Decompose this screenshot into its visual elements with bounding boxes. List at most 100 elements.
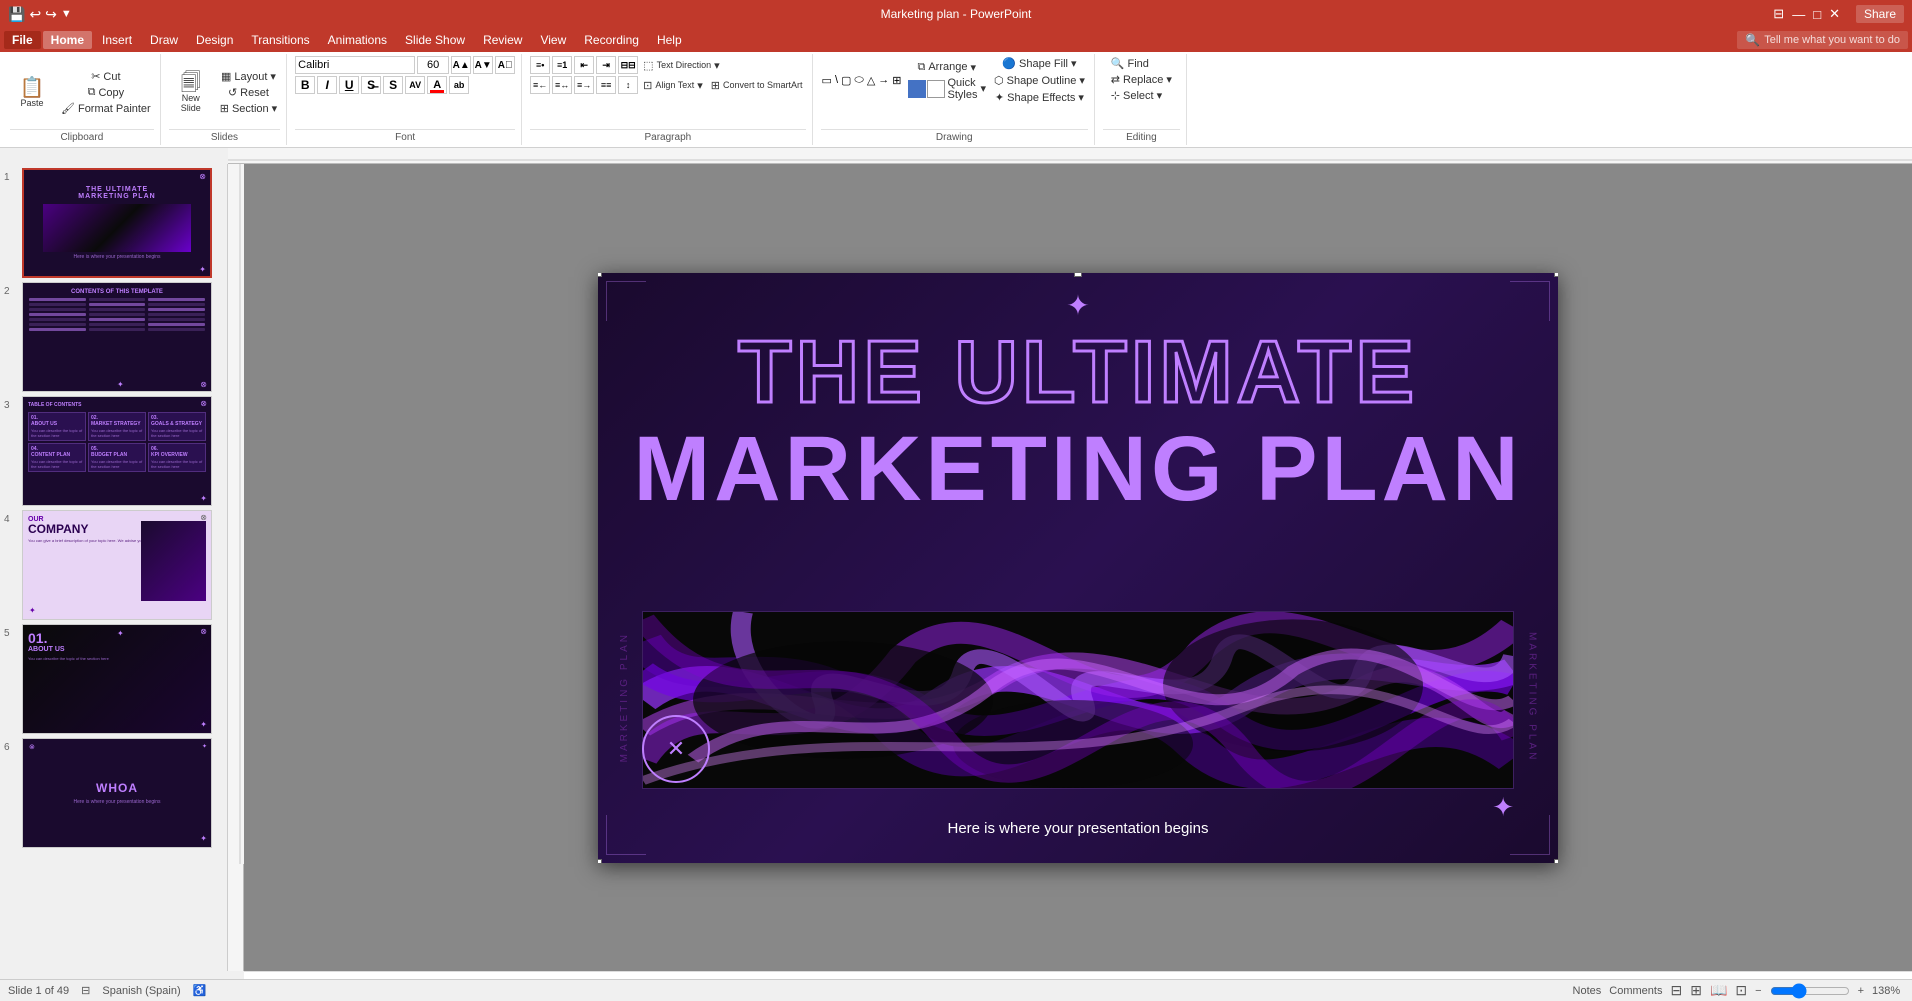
shape-triangle[interactable]: △ — [866, 73, 876, 88]
menu-transitions[interactable]: Transitions — [243, 31, 317, 49]
sel-handle-bl-outer[interactable] — [598, 859, 602, 863]
char-spacing-button[interactable]: AV — [405, 76, 425, 94]
shape-outline-button[interactable]: ⬡ Shape Outline ▾ — [991, 73, 1088, 88]
italic-button[interactable]: I — [317, 76, 337, 94]
shape-more[interactable]: ⊞ — [891, 73, 902, 88]
thumb4-delete-icon[interactable]: ⊗ — [200, 513, 207, 522]
align-text-button[interactable]: ⊡ Align Text ▾ — [640, 78, 706, 93]
close-button[interactable]: ✕ — [1829, 6, 1840, 22]
slide-thumbnail-5[interactable]: 5 01. ABOUT US You can describe the topi… — [4, 624, 223, 734]
view-presenter-icon[interactable]: ⊡ — [1735, 982, 1747, 999]
view-reading-icon[interactable]: 📖 — [1710, 982, 1727, 999]
font-size-increase[interactable]: A▲ — [451, 56, 471, 74]
font-size-decrease[interactable]: A▼ — [473, 56, 493, 74]
menu-animations[interactable]: Animations — [320, 31, 395, 49]
accessibility-icon[interactable]: ♿ — [193, 984, 207, 997]
shape-arrow[interactable]: → — [877, 73, 890, 88]
reset-button[interactable]: ↺ Reset — [217, 85, 280, 100]
search-box[interactable]: 🔍 Tell me what you want to do — [1737, 31, 1908, 49]
quick-access-save[interactable]: 💾 — [8, 6, 25, 23]
canvas-area[interactable]: ✦ THE ULTIMATE MARKETING PLAN Marketing … — [244, 164, 1912, 971]
align-right[interactable]: ≡→ — [574, 76, 594, 94]
sel-handle-br-outer[interactable] — [1554, 859, 1558, 863]
strikethrough-button[interactable]: S̶ — [361, 76, 381, 94]
shape-oval[interactable]: ⬭ — [853, 73, 864, 88]
font-size-input[interactable] — [417, 56, 449, 74]
replace-button[interactable]: ⇄ Replace ▾ — [1108, 72, 1175, 87]
sel-handle-top[interactable] — [1074, 273, 1082, 277]
line-spacing[interactable]: ↕ — [618, 76, 638, 94]
ribbon-display-options[interactable]: ⊟ — [1773, 6, 1784, 22]
menu-view[interactable]: View — [532, 31, 574, 49]
menu-home[interactable]: Home — [43, 31, 92, 49]
convert-smartart-button[interactable]: ⊞ Convert to SmartArt — [708, 78, 806, 93]
thumb1-delete-icon[interactable]: ⊗ — [199, 172, 206, 181]
maximize-button[interactable]: □ — [1813, 7, 1821, 22]
zoom-slider[interactable] — [1770, 985, 1850, 997]
menu-slideshow[interactable]: Slide Show — [397, 31, 473, 49]
col-button[interactable]: ⊟⊟ — [618, 56, 638, 74]
paste-button[interactable]: 📋 Paste — [10, 56, 54, 129]
zoom-in-button[interactable]: + — [1858, 985, 1864, 997]
menu-recording[interactable]: Recording — [576, 31, 647, 49]
bold-button[interactable]: B — [295, 76, 315, 94]
menu-review[interactable]: Review — [475, 31, 530, 49]
share-button[interactable]: Share — [1856, 5, 1904, 23]
slide-indicator-icon[interactable]: ⊟ — [81, 984, 90, 997]
shadow-button[interactable]: S — [383, 76, 403, 94]
bullets-button[interactable]: ≡• — [530, 56, 550, 74]
new-slide-button[interactable]: 🗐 NewSlide — [169, 56, 213, 129]
thumb5-delete-icon[interactable]: ⊗ — [200, 627, 207, 636]
menu-draw[interactable]: Draw — [142, 31, 186, 49]
slide-panel[interactable]: 1 THE ULTIMATEMARKETING PLAN Here is whe… — [0, 164, 228, 971]
shape-rect[interactable]: ▭ — [821, 73, 833, 88]
font-color-button[interactable]: A — [427, 76, 447, 94]
slide-thumbnail-1[interactable]: 1 THE ULTIMATEMARKETING PLAN Here is whe… — [4, 168, 223, 278]
slide-thumbnail-4[interactable]: 4 OUR COMPANY You can give a brief descr… — [4, 510, 223, 620]
slide-thumbnail-2[interactable]: 2 CONTENTS OF THIS TEMPLATE — [4, 282, 223, 392]
slide-canvas[interactable]: ✦ THE ULTIMATE MARKETING PLAN Marketing … — [598, 273, 1558, 863]
find-button[interactable]: 🔍 Find — [1108, 56, 1152, 71]
slide-thumbnail-6[interactable]: 6 ⊗ ✦ WHOA Here is where your presentati… — [4, 738, 223, 848]
zoom-out-button[interactable]: − — [1755, 985, 1761, 997]
sel-handle-tl[interactable] — [598, 273, 602, 277]
arrange-button[interactable]: ⧉ Arrange ▾ — [905, 60, 990, 75]
clear-format[interactable]: A⃝ — [495, 56, 515, 74]
slide-image-5[interactable]: 01. ABOUT US You can describe the topic … — [22, 624, 212, 734]
shape-rounded-rect[interactable]: ▢ — [840, 73, 852, 88]
minimize-button[interactable]: — — [1792, 7, 1805, 22]
section-button[interactable]: ⊞ Section ▾ — [217, 101, 280, 116]
slide-image-1[interactable]: THE ULTIMATEMARKETING PLAN Here is where… — [22, 168, 212, 278]
align-center[interactable]: ≡↔ — [552, 76, 572, 94]
thumb2-delete-icon[interactable]: ⊗ — [200, 380, 207, 389]
quick-access-undo[interactable]: ↩ — [29, 6, 41, 23]
copy-button[interactable]: ⧉ Copy — [58, 85, 154, 100]
select-button[interactable]: ⊹ Select ▾ — [1108, 88, 1165, 103]
comments-button[interactable]: Comments — [1609, 985, 1662, 997]
quick-access-more[interactable]: ▼ — [61, 8, 72, 20]
shape-effects-button[interactable]: ✦ Shape Effects ▾ — [991, 90, 1088, 105]
font-name-input[interactable] — [295, 56, 415, 74]
slide-thumbnail-3[interactable]: 3 TABLE OF CONTENTS 01.ABOUT USYou can d… — [4, 396, 223, 506]
menu-file[interactable]: File — [4, 31, 41, 49]
increase-indent[interactable]: ⇥ — [596, 56, 616, 74]
view-slide-sorter-icon[interactable]: ⊞ — [1690, 982, 1702, 999]
notes-button[interactable]: Notes — [1573, 985, 1602, 997]
menu-help[interactable]: Help — [649, 31, 690, 49]
quick-access-redo[interactable]: ↪ — [45, 6, 57, 23]
format-painter-button[interactable]: 🖌 Format Painter — [58, 101, 154, 116]
layout-button[interactable]: ▦ Layout ▾ — [217, 69, 280, 84]
slide-image-3[interactable]: TABLE OF CONTENTS 01.ABOUT USYou can des… — [22, 396, 212, 506]
thumb3-delete-icon[interactable]: ⊗ — [200, 399, 207, 408]
slide-image-2[interactable]: CONTENTS OF THIS TEMPLATE — [22, 282, 212, 392]
zoom-level[interactable]: 138% — [1872, 985, 1904, 997]
quick-styles-button[interactable]: QuickStyles ▾ — [905, 76, 990, 102]
sel-handle-tr[interactable] — [1554, 273, 1558, 277]
shape-fill-button[interactable]: 🔵 Shape Fill ▾ — [991, 56, 1088, 71]
underline-button[interactable]: U — [339, 76, 359, 94]
align-left[interactable]: ≡← — [530, 76, 550, 94]
menu-insert[interactable]: Insert — [94, 31, 140, 49]
menu-design[interactable]: Design — [188, 31, 241, 49]
quick-style-1[interactable] — [908, 80, 926, 98]
decrease-indent[interactable]: ⇤ — [574, 56, 594, 74]
